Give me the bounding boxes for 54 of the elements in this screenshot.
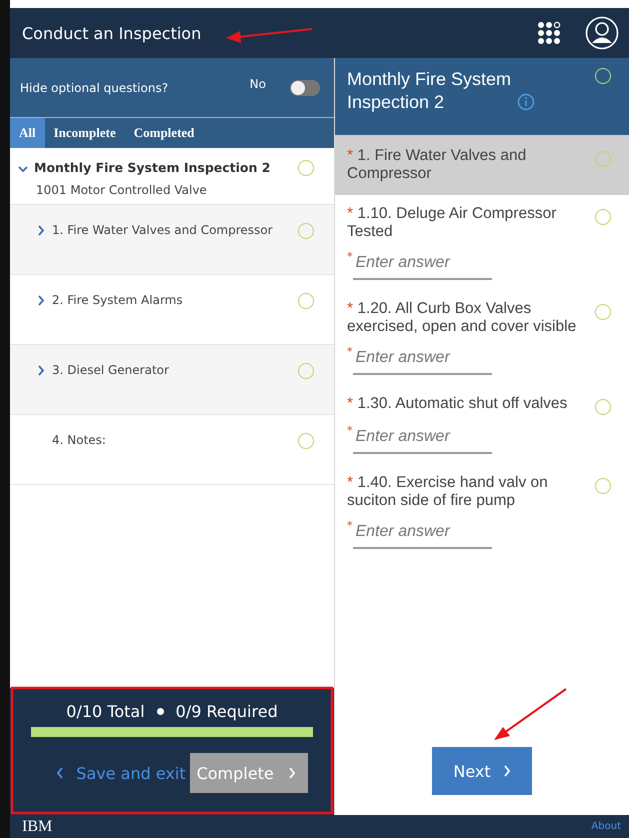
filter-tab[interactable]: All — [10, 118, 45, 148]
question-title: * 1.20. All Curb Box Valves exercised, open and cover visible — [347, 300, 577, 336]
total-count: 0/10 Total — [66, 702, 145, 721]
section-title: 2. Fire System Alarms — [52, 293, 184, 307]
section-title: 3. Diesel Generator — [52, 363, 170, 377]
info-icon[interactable] — [517, 93, 535, 111]
status-circle-icon — [298, 223, 314, 239]
outline-row[interactable]: 1. Fire Water Valves and Compressor — [10, 205, 334, 275]
outline-row[interactable]: 4. Notes: — [10, 415, 334, 485]
status-circle-icon — [595, 399, 611, 415]
user-avatar-icon[interactable] — [585, 16, 619, 50]
answer-field[interactable]: Enter answer — [352, 424, 492, 454]
required-mark: * — [347, 424, 352, 437]
brand-label: IBM — [22, 818, 52, 836]
section-title: 4. Notes: — [51, 433, 107, 447]
next-button[interactable]: Next — [432, 747, 532, 795]
option-label: Hide optional questions? — [20, 80, 170, 94]
answer-field[interactable]: Enter answer — [352, 250, 492, 280]
status-circle-icon — [595, 68, 611, 84]
question-title: * 1.40. Exercise hand valv on suciton side of fire pump — [347, 474, 549, 510]
required-mark: * — [347, 345, 352, 358]
answer-field[interactable]: Enter answer — [352, 519, 492, 549]
page-title: Conduct an Inspection — [22, 24, 202, 42]
question-title: * 1.10. Deluge Air Compressor Tested — [347, 205, 558, 241]
status-circle-icon — [595, 478, 611, 494]
section-title: 1. Fire Water Valves and Compressor — [52, 223, 274, 237]
status-circle-icon — [595, 209, 611, 225]
status-circle-icon — [595, 151, 611, 167]
option-value: No — [250, 76, 266, 90]
filter-tab[interactable]: Completed — [124, 118, 204, 148]
asset-label: 1001 Motor Controlled Valve — [36, 183, 208, 197]
status-circle-icon — [595, 304, 611, 320]
filter-tab[interactable]: Incomplete — [44, 118, 125, 148]
status-circle-icon — [298, 293, 314, 309]
chevron-right-icon — [288, 767, 296, 779]
question-title: * 1.30. Automatic shut off valves — [347, 395, 568, 414]
toggle-switch[interactable] — [290, 80, 320, 96]
answer-field[interactable]: Enter answer — [352, 345, 492, 375]
form-title: Monthly Fire System Inspection 2 — [347, 68, 512, 114]
chevron-left-icon — [56, 767, 64, 779]
required-mark: * — [347, 250, 352, 263]
required-count: 0/9 Required — [176, 702, 278, 721]
save-exit-button[interactable]: Save and exit — [56, 764, 186, 782]
inspection-title: Monthly Fire System Inspection 2 — [34, 160, 270, 175]
outline-row[interactable]: 3. Diesel Generator — [10, 345, 334, 415]
about-link[interactable]: About — [591, 821, 621, 832]
status-circle-icon — [298, 433, 314, 449]
section-title: * 1. Fire Water Valves and Compressor — [347, 147, 528, 183]
status-circle-icon — [298, 363, 314, 379]
app-grid-icon[interactable] — [537, 21, 563, 45]
status-circle-icon — [298, 160, 314, 176]
chevron-right-icon — [502, 765, 511, 777]
separator-dot-icon — [156, 708, 164, 715]
required-mark: * — [347, 519, 352, 532]
